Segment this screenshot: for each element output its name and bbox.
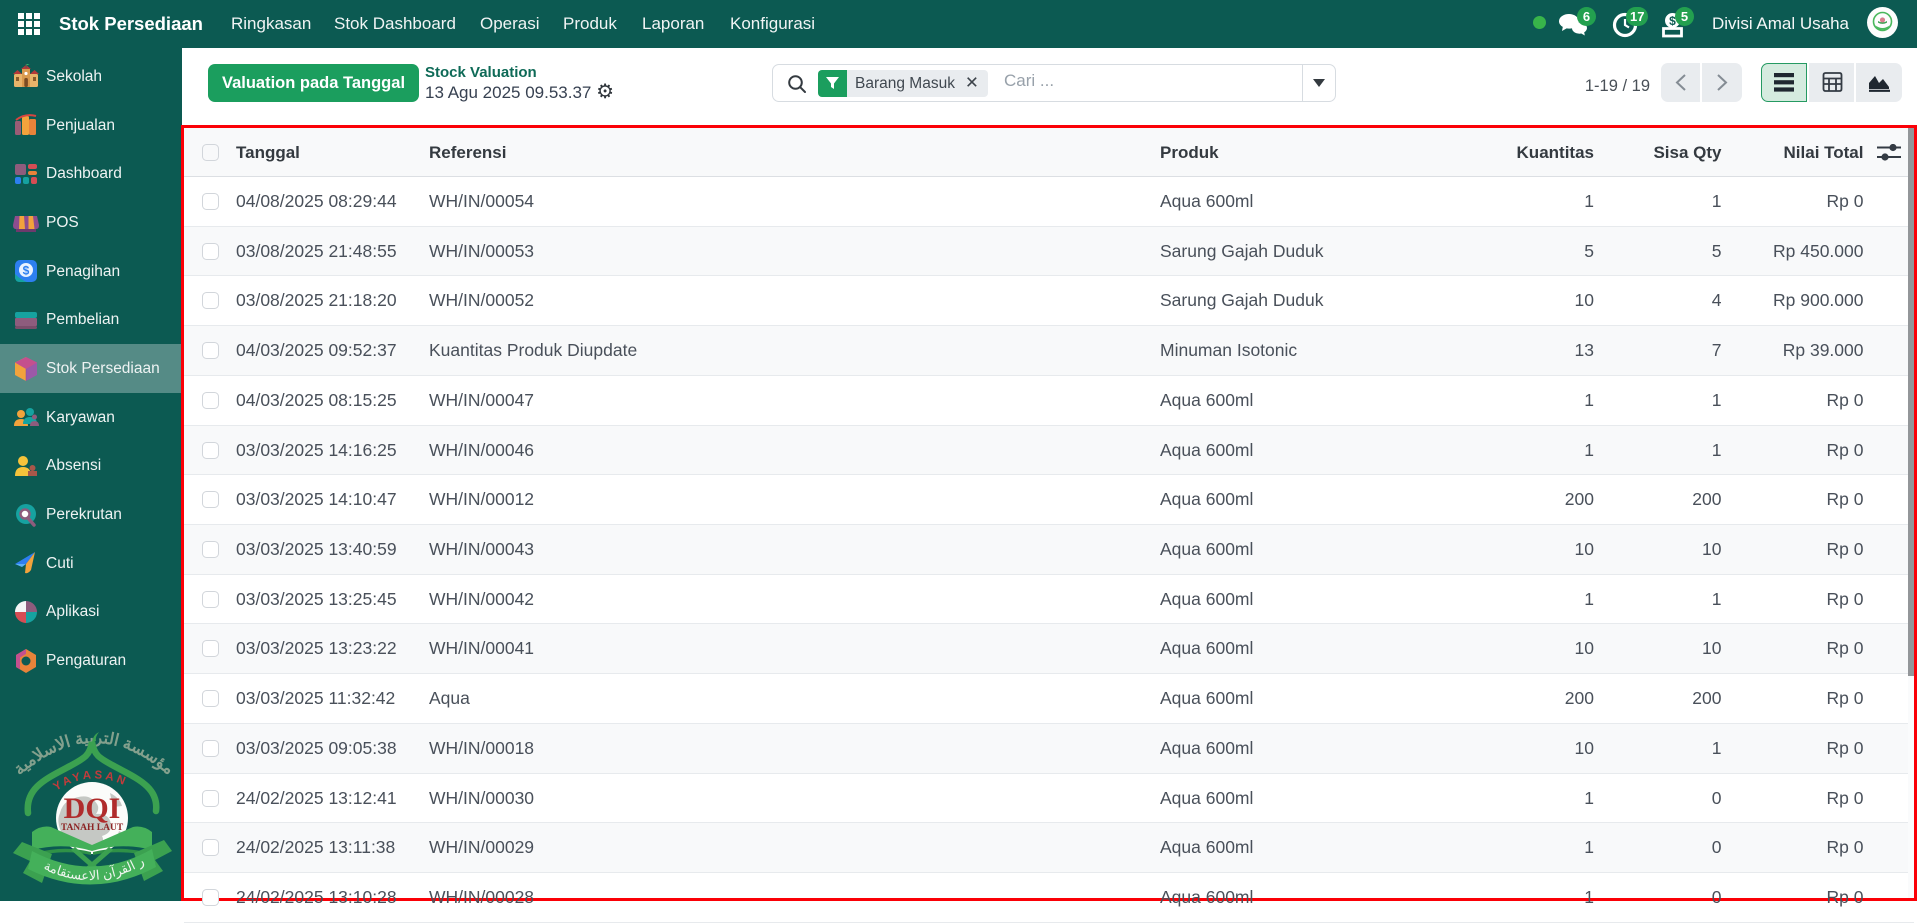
svg-text:TANAH LAUT: TANAH LAUT: [61, 823, 124, 833]
svg-text:DQI: DQI: [64, 792, 121, 825]
svg-text:$: $: [23, 264, 30, 278]
